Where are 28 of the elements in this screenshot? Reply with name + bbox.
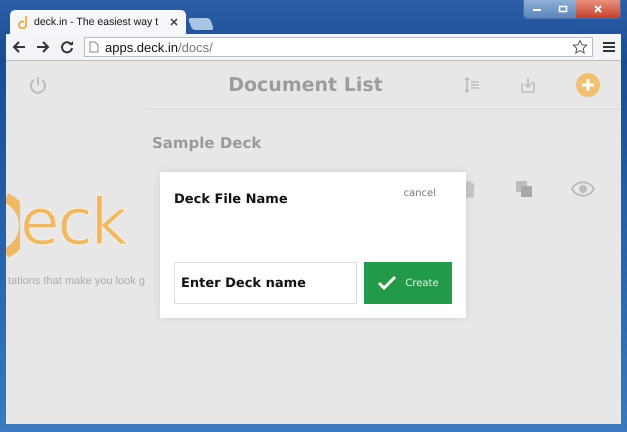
reload-icon[interactable] bbox=[60, 40, 74, 54]
maximize-icon bbox=[558, 5, 568, 13]
minimize-icon bbox=[532, 6, 542, 12]
minimize-button[interactable] bbox=[524, 0, 550, 18]
close-button[interactable] bbox=[576, 0, 620, 18]
deck-name-input[interactable]: Enter Deck name bbox=[174, 262, 357, 304]
dialog-title: Deck File Name bbox=[174, 192, 288, 207]
menu-icon[interactable] bbox=[603, 41, 615, 53]
address-bar[interactable]: apps.deck.in/docs/ bbox=[84, 37, 593, 57]
new-tab-button[interactable] bbox=[188, 18, 214, 30]
deck-title: Sample Deck bbox=[152, 134, 262, 152]
copy-icon[interactable] bbox=[515, 180, 533, 198]
logo-text: eck bbox=[20, 191, 126, 255]
checkmark-icon bbox=[377, 275, 398, 291]
close-icon[interactable] bbox=[170, 18, 178, 26]
tagline-text: tations that make you look g bbox=[8, 275, 145, 287]
close-icon bbox=[593, 4, 603, 14]
cancel-link[interactable]: cancel bbox=[404, 188, 436, 199]
page-icon bbox=[89, 41, 99, 53]
logo-icon bbox=[18, 15, 28, 29]
browser-tab[interactable]: deck.in - The easiest way t bbox=[10, 10, 186, 34]
tab-title: deck.in - The easiest way t bbox=[34, 16, 160, 28]
star-icon[interactable] bbox=[572, 39, 588, 55]
page-title: Document List bbox=[227, 74, 384, 96]
back-icon[interactable] bbox=[12, 40, 26, 54]
forward-icon[interactable] bbox=[36, 40, 50, 54]
maximize-button[interactable] bbox=[550, 0, 576, 18]
url-text: apps.deck.in/docs/ bbox=[105, 40, 213, 54]
